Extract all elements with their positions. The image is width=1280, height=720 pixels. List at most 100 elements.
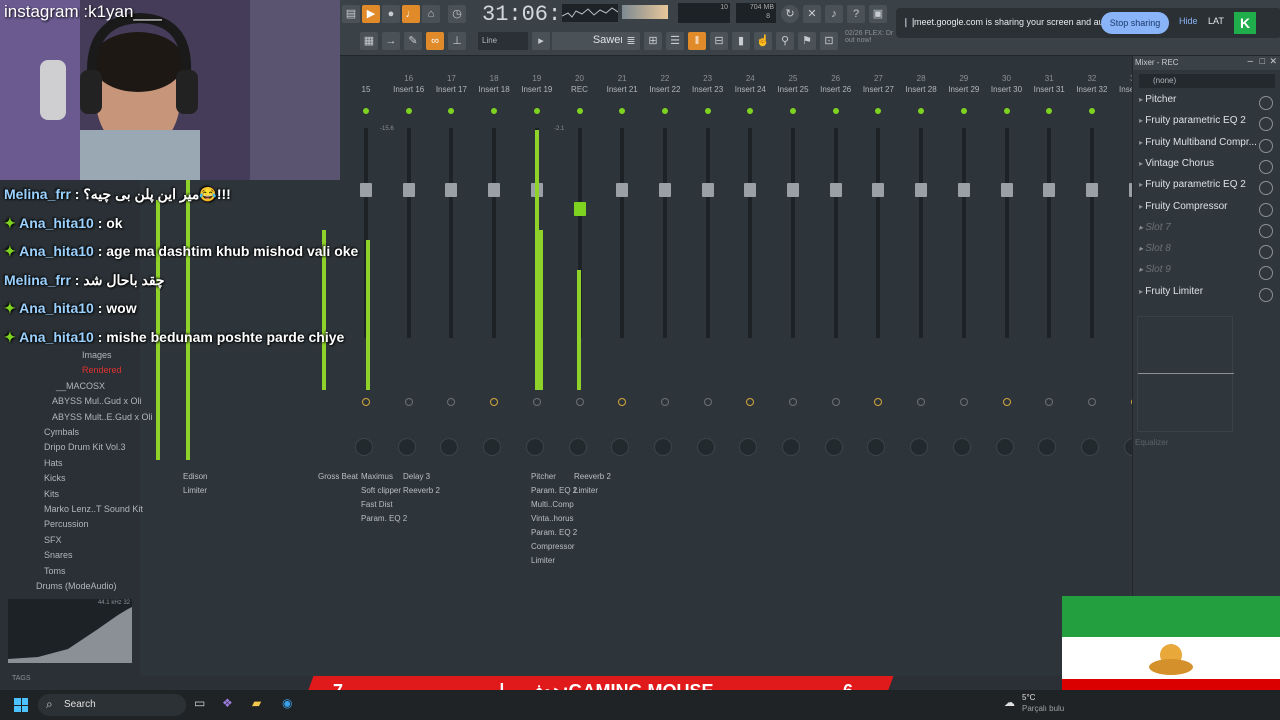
volume-fader[interactable]: [445, 183, 458, 197]
windows-start-icon[interactable]: [14, 698, 28, 712]
browser-item[interactable]: __MACOSX: [56, 381, 105, 391]
route-indicator[interactable]: [703, 398, 712, 406]
insert-label[interactable]: Insert 21: [602, 85, 642, 94]
eq-display[interactable]: [1137, 316, 1234, 432]
stereo-knob[interactable]: [739, 438, 758, 456]
volume-fader[interactable]: [787, 183, 799, 197]
route-indicator[interactable]: [917, 398, 926, 406]
mix-knob[interactable]: [1259, 202, 1273, 217]
volume-fader[interactable]: [829, 183, 842, 197]
fx-slot[interactable]: ▸ Slot 8: [1139, 243, 1275, 263]
stereo-knob[interactable]: [696, 438, 715, 456]
volume-fader[interactable]: [915, 183, 928, 197]
insert-label[interactable]: Insert 28: [901, 85, 941, 94]
mix-knob[interactable]: [1259, 159, 1273, 174]
insert-label[interactable]: REC: [560, 85, 600, 94]
volume-fader[interactable]: [744, 183, 757, 197]
volume-fader[interactable]: [1000, 183, 1013, 197]
browser-item[interactable]: Hats: [44, 458, 63, 468]
stereo-knob[interactable]: [952, 438, 971, 456]
file-explorer-icon[interactable]: ▰: [252, 696, 261, 710]
fx-slot[interactable]: ▸ Fruity parametric EQ 2: [1139, 115, 1275, 135]
browser-item[interactable]: Percussion: [44, 519, 89, 529]
route-indicator[interactable]: [831, 398, 840, 406]
stereo-knob[interactable]: [1080, 438, 1099, 456]
fx-slot[interactable]: ▸ Slot 7: [1139, 222, 1275, 242]
mix-knob[interactable]: [1259, 96, 1273, 110]
mix-knob[interactable]: [1259, 117, 1273, 132]
insert-label[interactable]: Insert 26: [816, 85, 856, 94]
route-indicator[interactable]: [746, 398, 755, 406]
insert-label[interactable]: Insert 18: [474, 85, 514, 94]
insert-label[interactable]: Insert 23: [688, 85, 728, 94]
fx-slot[interactable]: ▸ Fruity parametric EQ 2: [1139, 179, 1275, 199]
fx-slot[interactable]: ▸ Slot 9: [1139, 264, 1275, 284]
browser-item[interactable]: Marko Lenz..T Sound Kit: [44, 504, 143, 514]
routing-select[interactable]: (none): [1139, 74, 1275, 88]
hide-button[interactable]: Hide: [1179, 16, 1198, 26]
teams-icon[interactable]: ❖: [222, 696, 233, 710]
fx-slot[interactable]: ▸ Vintage Chorus: [1139, 158, 1275, 178]
volume-fader[interactable]: [1043, 183, 1056, 197]
browser-item[interactable]: Kits: [44, 489, 59, 499]
task-view-icon[interactable]: ▭: [194, 696, 205, 710]
route-indicator[interactable]: [618, 398, 627, 406]
insert-label[interactable]: Insert 24: [730, 85, 770, 94]
taskbar-search[interactable]: ⌕ Search: [38, 694, 186, 716]
volume-fader[interactable]: [1085, 183, 1098, 197]
stereo-knob[interactable]: [355, 438, 373, 456]
route-indicator[interactable]: [874, 398, 883, 406]
route-indicator[interactable]: [959, 398, 968, 406]
sample-preview[interactable]: 44.1 kHz 32: [8, 599, 132, 663]
route-indicator[interactable]: [490, 398, 499, 406]
route-indicator[interactable]: [404, 398, 413, 406]
insert-label[interactable]: Insert 16: [389, 85, 429, 94]
insert-label[interactable]: Insert 29: [944, 85, 984, 94]
stereo-knob[interactable]: [568, 438, 587, 456]
mix-knob[interactable]: [1259, 245, 1273, 260]
fx-slot[interactable]: ▸ Fruity Multiband Compr...: [1139, 137, 1275, 157]
minimize-icon[interactable]: –: [1247, 56, 1253, 67]
stereo-knob[interactable]: [483, 438, 502, 456]
mix-knob[interactable]: [1259, 287, 1273, 302]
route-indicator[interactable]: [362, 398, 370, 406]
stereo-knob[interactable]: [995, 438, 1014, 456]
insert-label[interactable]: Insert 17: [431, 85, 471, 94]
insert-label[interactable]: 15: [346, 85, 386, 94]
close-window-icon[interactable]: ✕: [1269, 56, 1277, 67]
browser-item[interactable]: ABYSS Mul..Gud x Oli: [52, 396, 142, 406]
browser-item[interactable]: Snares: [44, 550, 73, 560]
mix-knob[interactable]: [1259, 138, 1273, 153]
insert-label[interactable]: Insert 25: [773, 85, 813, 94]
browser-item[interactable]: Cymbals: [44, 427, 79, 437]
fx-slot[interactable]: ▸ Fruity Compressor: [1139, 201, 1275, 221]
volume-fader[interactable]: [957, 183, 970, 197]
stereo-knob[interactable]: [653, 438, 672, 456]
route-indicator[interactable]: [1045, 398, 1054, 406]
route-indicator[interactable]: [1087, 398, 1096, 406]
stereo-knob[interactable]: [910, 438, 929, 456]
insert-label[interactable]: Insert 31: [1029, 85, 1069, 94]
mix-knob[interactable]: [1259, 223, 1273, 238]
stereo-knob[interactable]: [1038, 438, 1057, 456]
stereo-knob[interactable]: [782, 438, 800, 456]
browser-item[interactable]: ABYSS Mult..E.Gud x Oli: [52, 412, 153, 422]
browser-item[interactable]: Drums (ModeAudio): [36, 581, 117, 591]
volume-fader[interactable]: [402, 183, 415, 197]
stereo-knob[interactable]: [525, 438, 544, 456]
browser-item[interactable]: Images: [82, 350, 112, 360]
route-indicator[interactable]: [660, 398, 669, 406]
browser-item[interactable]: Rendered: [82, 365, 122, 375]
stereo-knob[interactable]: [440, 438, 459, 456]
fx-slot[interactable]: ▸ Fruity Limiter: [1139, 286, 1275, 306]
volume-fader[interactable]: [658, 183, 671, 197]
route-indicator[interactable]: [789, 398, 797, 406]
volume-fader[interactable]: [701, 183, 714, 197]
volume-fader[interactable]: [488, 183, 501, 197]
mix-knob[interactable]: [1259, 266, 1273, 281]
insert-label[interactable]: Insert 27: [858, 85, 898, 94]
browser-item[interactable]: Toms: [44, 566, 66, 576]
browser-item[interactable]: Kicks: [44, 473, 66, 483]
insert-label[interactable]: Insert 30: [987, 85, 1027, 94]
browser-item[interactable]: SFX: [44, 535, 62, 545]
